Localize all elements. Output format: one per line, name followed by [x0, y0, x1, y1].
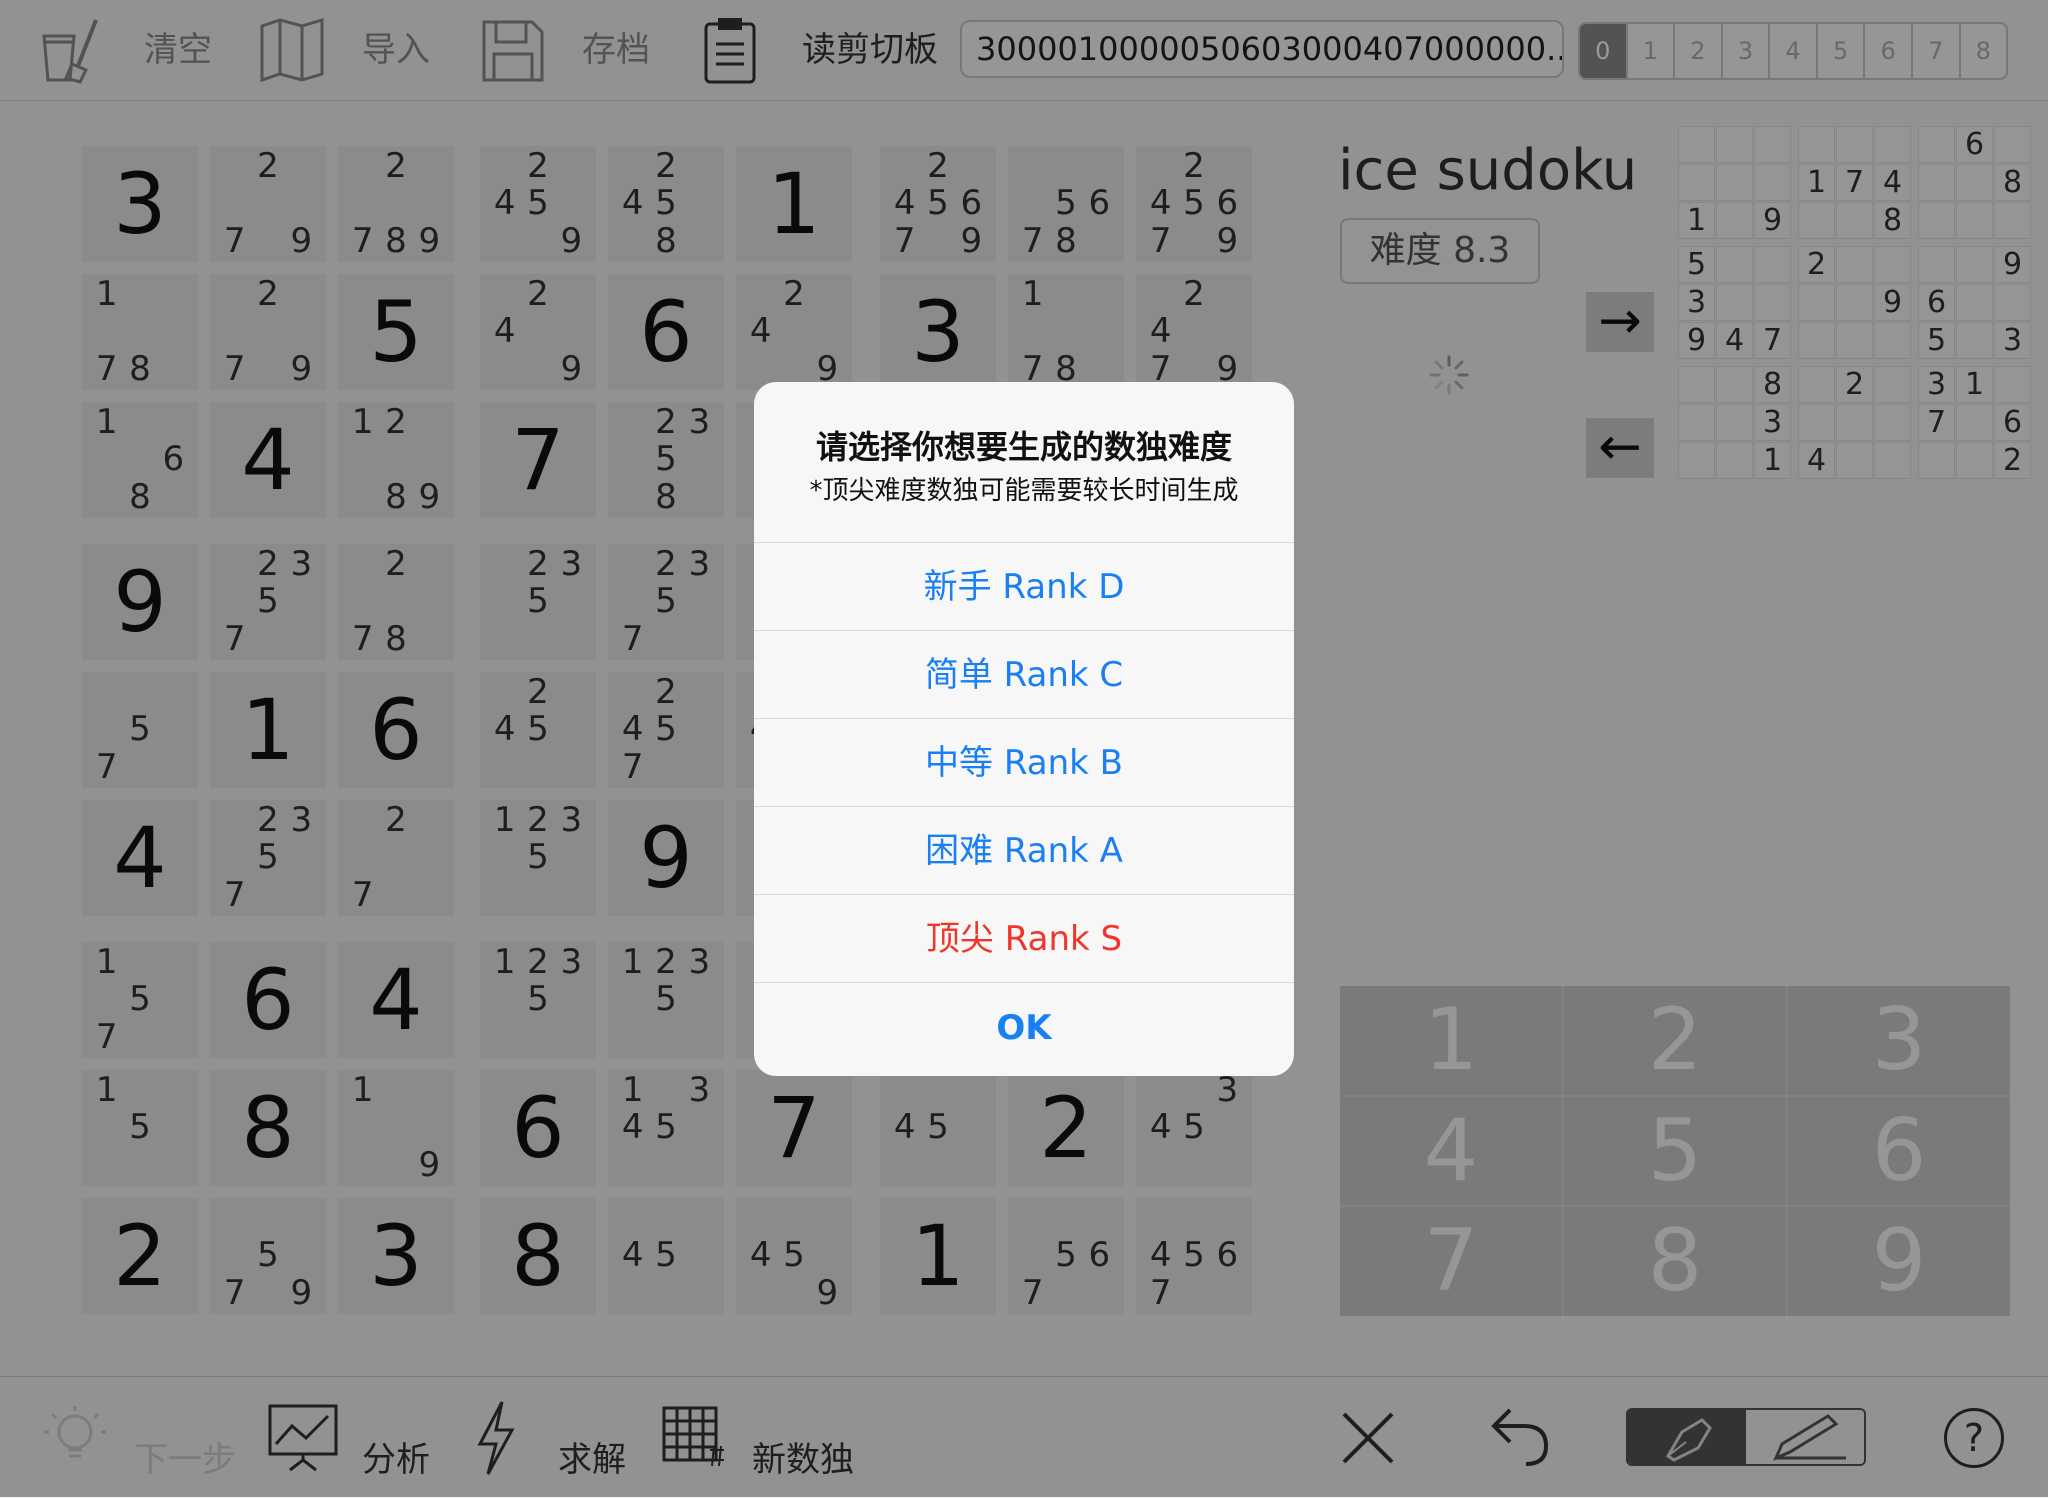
dialog-message: *顶尖难度数独可能需要较长时间生成 — [809, 476, 1239, 506]
rank-s-option[interactable]: 顶尖 Rank S — [754, 894, 1294, 982]
rank-a-option[interactable]: 困难 Rank A — [754, 806, 1294, 894]
rank-c-option[interactable]: 简单 Rank C — [754, 630, 1294, 718]
dialog-title: 请选择你想要生成的数独难度 — [815, 428, 1232, 466]
rank-b-option[interactable]: 中等 Rank B — [754, 718, 1294, 806]
rank-d-option[interactable]: 新手 Rank D — [754, 542, 1294, 630]
difficulty-dialog: 请选择你想要生成的数独难度 *顶尖难度数独可能需要较长时间生成 新手 Rank … — [754, 382, 1294, 1076]
ok-button[interactable]: OK — [754, 982, 1294, 1076]
